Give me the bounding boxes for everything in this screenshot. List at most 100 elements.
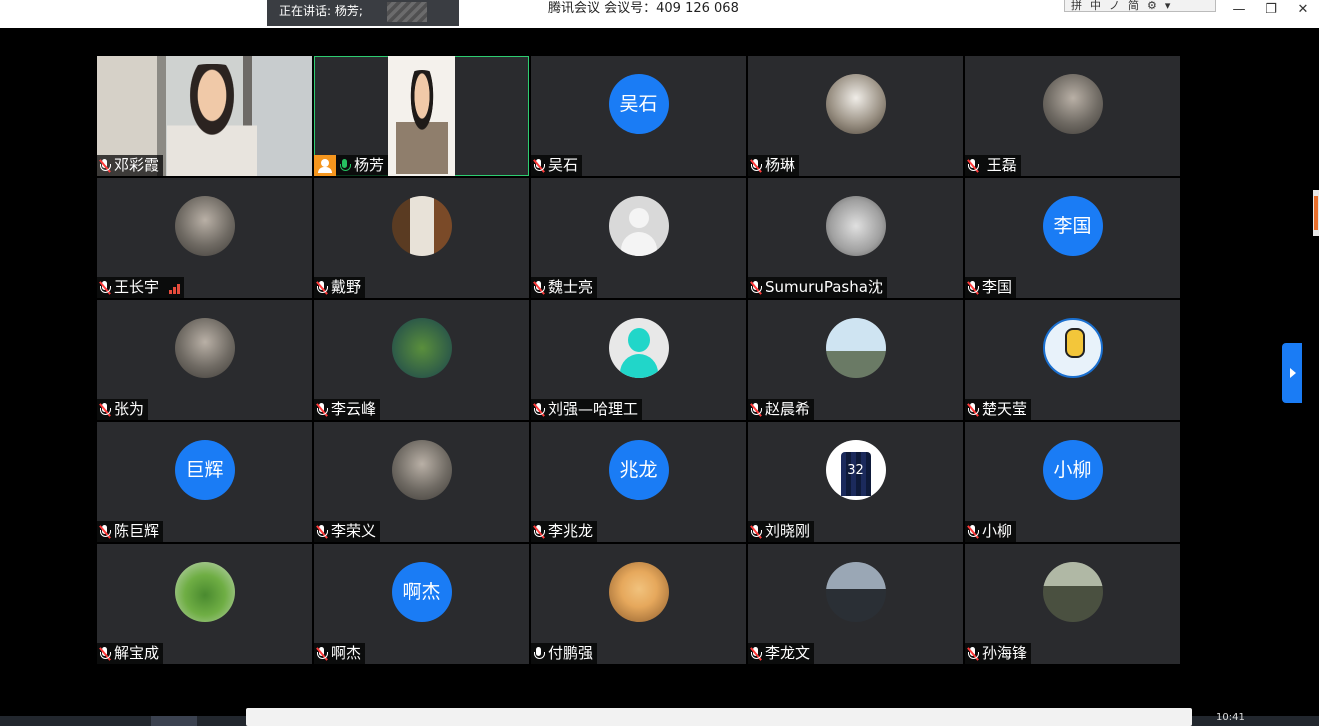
ime-settings-icon[interactable]: ⚙ — [1147, 0, 1157, 11]
participant-tile[interactable]: 小柳 小柳 — [965, 422, 1180, 542]
text-avatar: 吴石 — [608, 74, 669, 134]
name-label-bar: 孙海锋 — [965, 643, 1032, 664]
mic-icon — [339, 158, 351, 173]
name-label-bar: 小柳 — [965, 521, 1017, 542]
mic-muted-icon — [316, 646, 328, 661]
mute-slash — [316, 280, 328, 295]
participant-name: 杨琳 — [765, 156, 796, 174]
mic-muted-icon — [533, 524, 545, 539]
jersey-avatar-icon — [825, 440, 886, 500]
ime-dropdown-icon[interactable]: ▾ — [1165, 0, 1171, 11]
participant-tile[interactable]: 李荣义 — [314, 422, 529, 542]
mic-icon — [533, 646, 545, 661]
participant-name: 李国 — [982, 278, 1013, 296]
participant-name: 邓彩霞 — [114, 156, 160, 174]
participant-tile[interactable]: 邓彩霞 — [97, 56, 312, 176]
participant-name: 吴石 — [548, 156, 579, 174]
mute-slash — [750, 646, 762, 661]
minimize-button[interactable]: — — [1223, 0, 1255, 20]
name-label-bar: 李国 — [965, 277, 1017, 298]
participant-name: 王磊 — [982, 156, 1017, 174]
title-bar: 正在讲话: 杨芳; 腾讯会议 会议号：409 126 068 拼 中 ノ 简 ⚙… — [0, 0, 1319, 28]
participant-name: SumuruPasha沈 — [765, 278, 883, 296]
participant-name: 孙海锋 — [982, 644, 1028, 662]
participant-tile[interactable]: 兆龙 李兆龙 — [531, 422, 746, 542]
cyan-user-avatar-icon — [608, 318, 669, 378]
participant-name: 小柳 — [982, 522, 1013, 540]
restore-button[interactable]: ❐ — [1255, 0, 1287, 20]
participant-tile[interactable]: 赵晨希 — [748, 300, 963, 420]
participant-tile[interactable]: 杨琳 — [748, 56, 963, 176]
participant-tile[interactable]: 张为 — [97, 300, 312, 420]
participant-tile[interactable]: 解宝成 — [97, 544, 312, 664]
person-in-video — [167, 64, 257, 176]
participant-tile[interactable]: 付鹏强 — [531, 544, 746, 664]
weak-signal-icon — [169, 282, 181, 294]
participant-tile[interactable]: SumuruPasha沈 — [748, 178, 963, 298]
plant-avatar-icon — [174, 562, 235, 622]
portrait-avatar-icon — [391, 440, 452, 500]
participant-tile[interactable]: 戴野 — [314, 178, 529, 298]
mic-muted-icon — [967, 280, 979, 295]
name-label-bar: 张为 — [97, 399, 149, 420]
name-label-bar: 陈巨辉 — [97, 521, 164, 542]
mic-muted-icon — [316, 280, 328, 295]
participant-name: 戴野 — [331, 278, 362, 296]
participant-tile[interactable]: 刘晓刚 — [748, 422, 963, 542]
face-avatar-icon — [825, 196, 886, 256]
mic-muted-icon — [316, 402, 328, 417]
participant-tile[interactable]: 刘强—哈理工 — [531, 300, 746, 420]
participant-tile[interactable]: 王长宇 — [97, 178, 312, 298]
speaking-indicator: 正在讲话: 杨芳; — [267, 0, 459, 26]
mute-slash — [750, 158, 762, 173]
participant-tile[interactable]: 魏士亮 — [531, 178, 746, 298]
close-button[interactable]: ✕ — [1287, 0, 1319, 20]
participant-tile[interactable]: 巨辉 陈巨辉 — [97, 422, 312, 542]
participant-name: 刘晓刚 — [765, 522, 811, 540]
name-label-bar: 赵晨希 — [748, 399, 815, 420]
participant-tile[interactable]: 王磊 — [965, 56, 1180, 176]
ime-item[interactable]: 中 — [1090, 0, 1101, 11]
text-avatar: 啊杰 — [391, 562, 452, 622]
mute-slash — [99, 646, 111, 661]
portrait-avatar-icon — [1042, 74, 1103, 134]
mute-slash — [99, 158, 111, 173]
name-label-bar: 戴野 — [314, 277, 366, 298]
participant-name: 付鹏强 — [548, 644, 594, 662]
name-label-bar: 杨芳 — [314, 155, 389, 176]
signal-bar — [169, 289, 173, 294]
mic-muted-icon — [750, 646, 762, 661]
edge-tab[interactable] — [1313, 190, 1319, 236]
text-avatar: 李国 — [1042, 196, 1103, 256]
participant-name: 楚天莹 — [982, 400, 1028, 418]
participant-tile[interactable]: 杨芳 — [314, 56, 529, 176]
participant-name: 张为 — [114, 400, 145, 418]
room-avatar-icon — [391, 196, 452, 256]
name-label-bar: 王长宇 — [97, 277, 185, 298]
expand-panel-button[interactable] — [1282, 343, 1302, 403]
grinch-avatar-icon — [391, 318, 452, 378]
taskbar-clock: 10:41 — [1216, 712, 1245, 723]
mic-muted-icon — [316, 524, 328, 539]
participant-tile[interactable]: 李国 李国 — [965, 178, 1180, 298]
ime-item[interactable]: 拼 — [1071, 0, 1082, 11]
ime-item[interactable]: ノ — [1109, 0, 1120, 11]
participant-tile[interactable]: 吴石 吴石 — [531, 56, 746, 176]
ime-toolbar[interactable]: 拼 中 ノ 简 ⚙ ▾ — [1064, 0, 1216, 12]
family-avatar-icon — [174, 318, 235, 378]
taskbar-search-box[interactable] — [246, 708, 1192, 726]
gray-user-avatar-icon — [608, 196, 669, 256]
name-label-bar: 王磊 — [965, 155, 1021, 176]
participant-tile[interactable]: 啊杰 啊杰 — [314, 544, 529, 664]
participant-tile[interactable]: 孙海锋 — [965, 544, 1180, 664]
mic-muted-icon — [99, 524, 111, 539]
participant-name: 啊杰 — [331, 644, 362, 662]
portrait-avatar-icon — [174, 196, 235, 256]
taskbar-app-button[interactable] — [151, 716, 197, 726]
participant-tile[interactable]: 李云峰 — [314, 300, 529, 420]
ime-item[interactable]: 简 — [1128, 0, 1139, 11]
participant-name: 赵晨希 — [765, 400, 811, 418]
mute-slash — [967, 646, 979, 661]
participant-tile[interactable]: 楚天莹 — [965, 300, 1180, 420]
participant-tile[interactable]: 李龙文 — [748, 544, 963, 664]
